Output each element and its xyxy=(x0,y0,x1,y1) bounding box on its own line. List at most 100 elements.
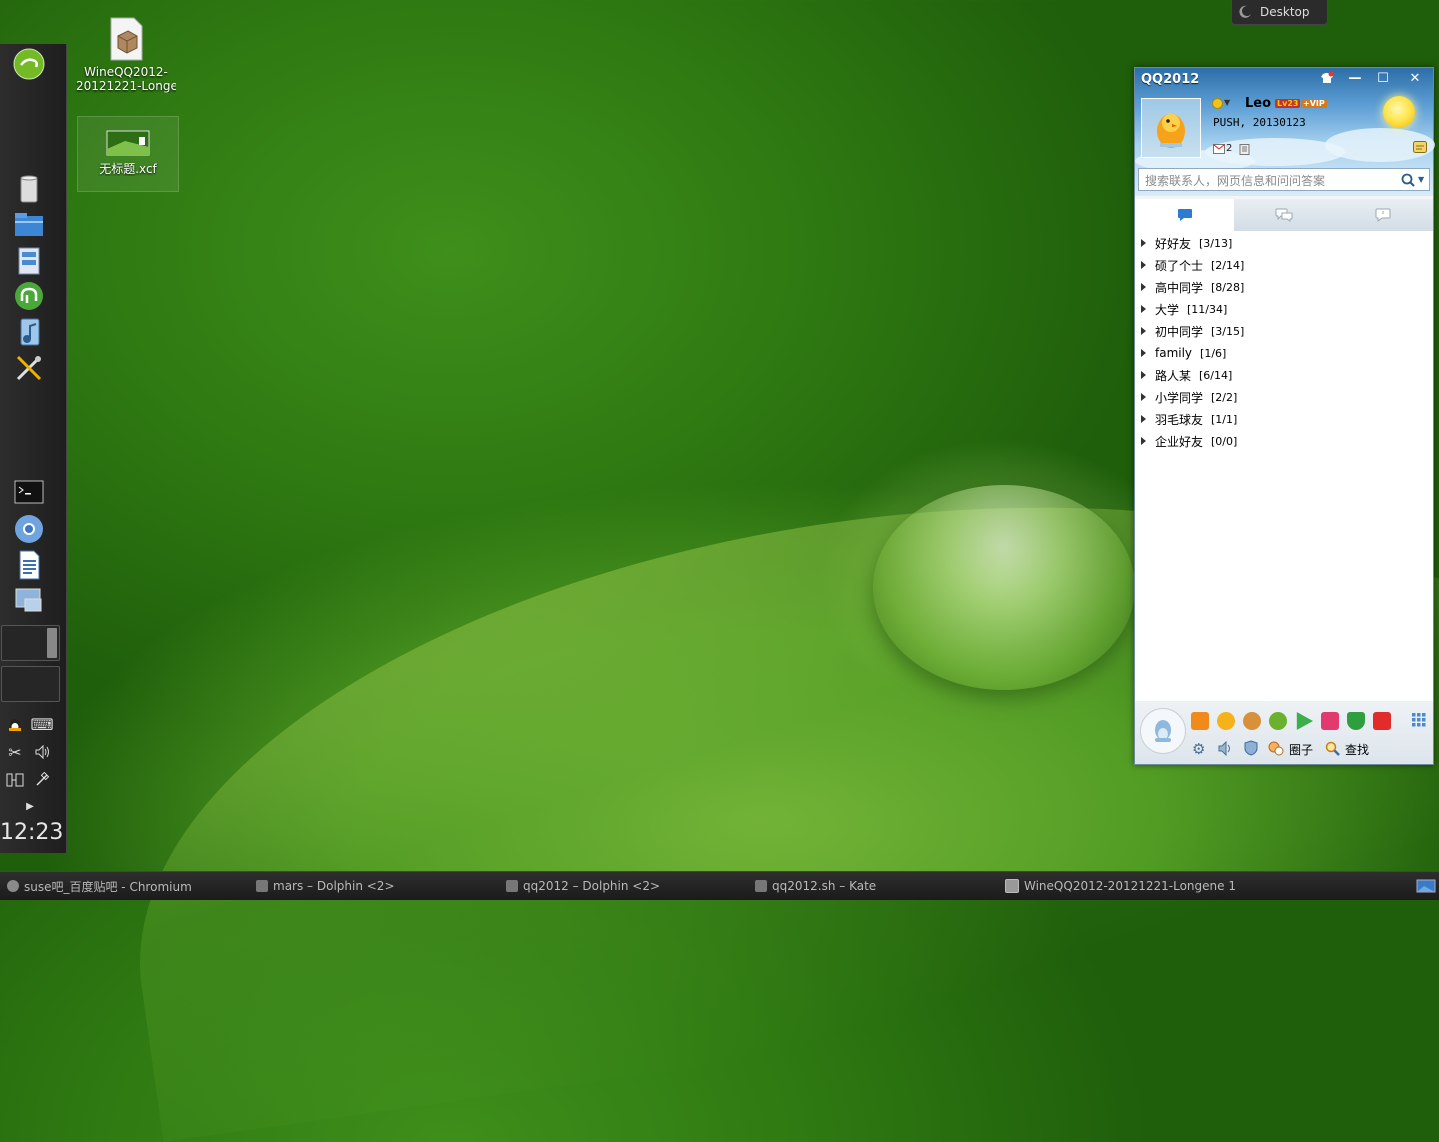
sound-icon[interactable] xyxy=(1217,741,1233,756)
contact-group[interactable]: 小学同学 [2/2] xyxy=(1141,387,1237,407)
launcher-folder[interactable] xyxy=(12,208,46,240)
close-icon: ✕ xyxy=(1409,70,1421,86)
contact-group[interactable]: 企业好友 [0/0] xyxy=(1141,431,1237,451)
skin-button[interactable] xyxy=(1313,68,1341,88)
contact-group[interactable]: 好好友 [3/13] xyxy=(1141,233,1232,253)
group-name: 硕了个士 xyxy=(1155,258,1204,273)
contact-group[interactable]: 羽毛球友 [1/1] xyxy=(1141,409,1237,429)
chat-bubble-icon xyxy=(1177,209,1192,221)
task-dolphin-mars[interactable]: mars – Dolphin <2> xyxy=(256,872,496,900)
task-label: qq2012 – Dolphin <2> xyxy=(523,879,661,893)
elephant-icon xyxy=(15,282,43,310)
contact-group[interactable]: 硕了个士 [2/14] xyxy=(1141,255,1244,275)
virtual-desktop-2[interactable] xyxy=(1,666,60,702)
keyboard-icon[interactable]: ⌨ xyxy=(30,714,53,734)
app-grid-icon[interactable] xyxy=(1412,713,1426,727)
app-tuan-icon[interactable] xyxy=(1321,712,1339,730)
group-chat-icon xyxy=(1275,208,1292,222)
online-status-icon[interactable] xyxy=(1212,98,1223,109)
launcher-remote-desktop[interactable] xyxy=(12,585,46,617)
chick-avatar-icon xyxy=(1157,114,1185,148)
task-kate[interactable]: qq2012.sh – Kate xyxy=(755,872,995,900)
notes-icon[interactable] xyxy=(1239,144,1250,155)
remote-desktop-icon xyxy=(15,588,42,612)
klipper-scissors-icon[interactable]: ✂ xyxy=(5,742,25,762)
app-task-icon[interactable] xyxy=(1191,712,1209,730)
dolphin-icon xyxy=(506,880,518,892)
desktop-button[interactable]: Desktop xyxy=(1231,0,1328,25)
desktop-button-label: Desktop xyxy=(1260,5,1310,19)
group-name: 大学 xyxy=(1155,302,1180,317)
circle-label[interactable]: 圈子 xyxy=(1289,741,1313,758)
app-qq-game-icon[interactable] xyxy=(1217,712,1235,730)
contact-group[interactable]: 大学 [11/34] xyxy=(1141,299,1227,319)
avatar[interactable] xyxy=(1141,98,1201,158)
launcher-elephant[interactable] xyxy=(12,280,46,312)
desktop-icon-wineqq[interactable]: WineQQ2012- 20121221-Longe xyxy=(76,16,176,93)
app-pet-icon[interactable] xyxy=(1243,712,1261,730)
launcher-file-manager[interactable] xyxy=(12,244,46,276)
contact-group[interactable]: 路人某 [6/14] xyxy=(1141,365,1232,385)
message-box-icon[interactable] xyxy=(1413,141,1427,153)
search-input[interactable]: 搜索联系人，网页信息和问问答案 xyxy=(1138,168,1430,191)
tray-expand-arrow-icon[interactable]: ▶ xyxy=(20,796,40,816)
expand-arrow-icon xyxy=(1141,327,1146,335)
find-label[interactable]: 查找 xyxy=(1345,741,1369,758)
maximize-button[interactable]: ☐ xyxy=(1369,68,1397,88)
qq-main-window: QQ2012 — ☐ ✕ ▼ Leo Lv23 +VIP PUSH, 20130… xyxy=(1134,67,1435,765)
app-mall-bag-icon[interactable] xyxy=(1373,712,1391,730)
expand-arrow-icon xyxy=(1141,415,1146,423)
weather-sun-icon[interactable] xyxy=(1383,96,1415,128)
tab-groups[interactable] xyxy=(1234,199,1333,231)
shirt-skin-icon xyxy=(1321,72,1334,83)
security-center-icon[interactable] xyxy=(1244,740,1258,756)
launcher-terminal[interactable] xyxy=(12,476,46,508)
group-count: [11/34] xyxy=(1187,302,1228,316)
circle-friends-icon[interactable] xyxy=(1268,740,1284,756)
minimize-button[interactable]: — xyxy=(1341,68,1369,88)
desktop-icon-xcf[interactable]: 无标题.xcf xyxy=(77,116,179,192)
contact-group[interactable]: 高中同学 [8/28] xyxy=(1141,277,1244,297)
mail-icon[interactable] xyxy=(1213,144,1225,154)
launcher-tools[interactable] xyxy=(12,352,46,384)
network-plug-icon[interactable] xyxy=(32,770,52,790)
app-video-play-icon[interactable] xyxy=(1296,712,1313,730)
tab-recent[interactable] xyxy=(1333,199,1432,231)
app-qq-music-icon[interactable] xyxy=(1269,712,1287,730)
personal-signature[interactable]: PUSH, 20130123 xyxy=(1213,116,1306,129)
expand-arrow-icon xyxy=(1141,371,1146,379)
launcher-writer[interactable] xyxy=(12,549,46,581)
task-chromium[interactable]: suse吧_百度贴吧 - Chromium xyxy=(7,872,247,900)
maximize-icon: ☐ xyxy=(1377,70,1389,86)
show-desktop-icon[interactable] xyxy=(1416,878,1436,894)
digital-clock[interactable]: 12:23 xyxy=(0,820,66,845)
task-wineqq[interactable]: WineQQ2012-20121221-Longene 1 : qq xyxy=(1005,872,1241,900)
contact-group[interactable]: family [1/6] xyxy=(1141,343,1226,363)
opensuse-logo-icon xyxy=(13,48,45,80)
task-dolphin-qq2012[interactable]: qq2012 – Dolphin <2> xyxy=(506,872,746,900)
search-dropdown-arrow-icon[interactable]: ▼ xyxy=(1418,175,1424,184)
tools-icon xyxy=(16,355,42,381)
app-security-shield-icon[interactable] xyxy=(1347,712,1365,730)
application-menu-button[interactable] xyxy=(12,48,46,80)
settings-gear-icon[interactable]: ⚙ xyxy=(1192,740,1205,758)
launcher-trash[interactable] xyxy=(12,172,46,204)
status-dropdown-arrow-icon[interactable]: ▼ xyxy=(1224,98,1230,107)
volume-icon[interactable] xyxy=(32,742,52,762)
close-button[interactable]: ✕ xyxy=(1401,68,1429,88)
device-notifier-icon[interactable] xyxy=(5,770,25,790)
minimize-icon: — xyxy=(1348,70,1362,86)
contact-group[interactable]: 初中同学 [3/15] xyxy=(1141,321,1244,341)
find-magnifier-icon[interactable] xyxy=(1325,741,1340,756)
launcher-chromium[interactable] xyxy=(12,513,46,545)
task-label: WineQQ2012-20121221-Longene 1 : qq xyxy=(1024,879,1241,893)
search-icon[interactable] xyxy=(1401,173,1415,187)
chromium-icon xyxy=(7,880,19,892)
group-name: 好好友 xyxy=(1155,236,1192,251)
launcher-music[interactable] xyxy=(12,316,46,348)
tab-contacts[interactable] xyxy=(1135,199,1234,231)
main-menu-button[interactable] xyxy=(1140,708,1186,754)
group-name: 初中同学 xyxy=(1155,324,1204,339)
recent-chat-icon xyxy=(1375,208,1390,222)
qq-tray-icon[interactable] xyxy=(5,714,25,734)
